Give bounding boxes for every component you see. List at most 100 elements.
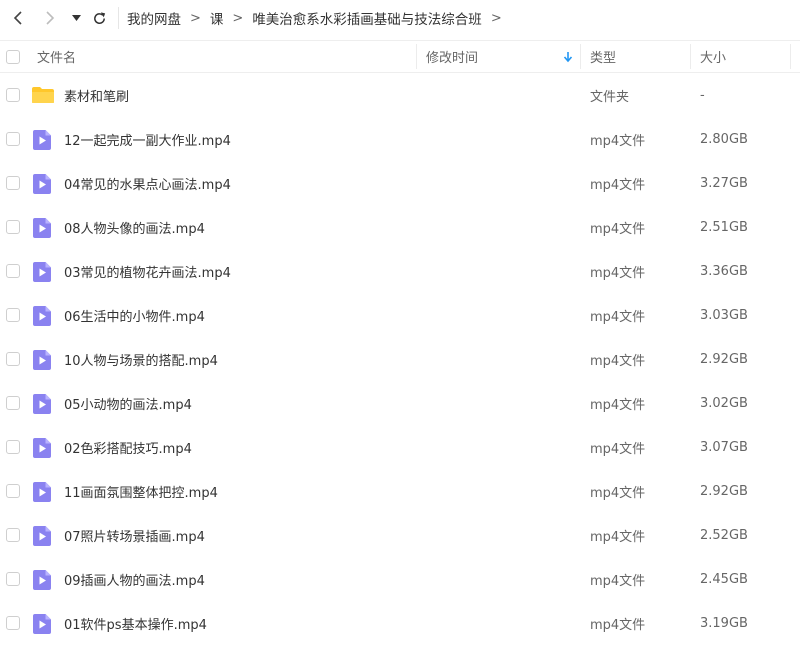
file-name[interactable]: 素材和笔刷: [64, 73, 129, 117]
file-size: 2.92GB: [700, 483, 748, 499]
chevron-right-icon: [46, 11, 55, 25]
file-type: 文件夹: [590, 89, 630, 105]
file-size: 2.92GB: [700, 351, 748, 367]
file-row[interactable]: 08人物头像的画法.mp4 mp4文件 2.51GB: [0, 205, 800, 249]
breadcrumb-expand-arrow[interactable]: >: [491, 11, 502, 26]
column-divider: [790, 44, 791, 69]
file-name[interactable]: 06生活中的小物件.mp4: [64, 293, 205, 337]
row-checkbox[interactable]: [6, 220, 20, 234]
forward-button[interactable]: [36, 0, 64, 36]
select-all-checkbox[interactable]: [6, 50, 20, 64]
video-file-icon: [33, 218, 51, 238]
row-checkbox[interactable]: [6, 132, 20, 146]
folder-icon: [31, 86, 55, 104]
file-type: mp4文件: [590, 485, 646, 501]
column-header-size[interactable]: 大小: [700, 41, 726, 72]
file-size: 3.36GB: [700, 263, 748, 279]
video-file-icon: [33, 394, 51, 414]
file-row[interactable]: 02色彩搭配技巧.mp4 mp4文件 3.07GB: [0, 425, 800, 469]
back-button[interactable]: [4, 0, 32, 36]
row-checkbox[interactable]: [6, 352, 20, 366]
video-file-icon: [33, 350, 51, 370]
row-checkbox[interactable]: [6, 572, 20, 586]
file-list-header: 文件名 修改时间 类型 大小: [0, 40, 800, 73]
column-header-modified[interactable]: 修改时间: [426, 41, 478, 72]
breadcrumb-item-root[interactable]: 我的网盘: [127, 8, 181, 28]
file-type: mp4文件: [590, 133, 646, 149]
column-header-type[interactable]: 类型: [590, 41, 616, 72]
file-row[interactable]: 素材和笔刷 文件夹 -: [0, 73, 800, 117]
file-type: mp4文件: [590, 529, 646, 545]
file-name[interactable]: 01软件ps基本操作.mp4: [64, 601, 207, 645]
file-type: mp4文件: [590, 265, 646, 281]
video-file-icon: [33, 614, 51, 634]
row-checkbox[interactable]: [6, 616, 20, 630]
file-size: 3.19GB: [700, 615, 748, 631]
refresh-button[interactable]: [88, 0, 110, 36]
file-name[interactable]: 10人物与场景的搭配.mp4: [64, 337, 218, 381]
file-name[interactable]: 12一起完成一副大作业.mp4: [64, 117, 231, 161]
file-row[interactable]: 07照片转场景插画.mp4 mp4文件 2.52GB: [0, 513, 800, 557]
file-type: mp4文件: [590, 177, 646, 193]
chevron-left-icon: [13, 11, 22, 25]
file-size: 3.07GB: [700, 439, 748, 455]
file-name[interactable]: 08人物头像的画法.mp4: [64, 205, 205, 249]
file-size: 2.80GB: [700, 131, 748, 147]
breadcrumb-separator: >: [190, 10, 201, 26]
file-row[interactable]: 03常见的植物花卉画法.mp4 mp4文件 3.36GB: [0, 249, 800, 293]
row-checkbox[interactable]: [6, 264, 20, 278]
column-header-name[interactable]: 文件名: [37, 41, 76, 72]
breadcrumb-item-current[interactable]: 唯美治愈系水彩插画基础与技法综合班: [252, 8, 482, 28]
file-row[interactable]: 11画面氛围整体把控.mp4 mp4文件 2.92GB: [0, 469, 800, 513]
file-type: mp4文件: [590, 617, 646, 633]
file-type: mp4文件: [590, 221, 646, 237]
sort-arrow-down-icon: [563, 51, 573, 62]
refresh-icon: [93, 11, 105, 24]
file-row[interactable]: 01软件ps基本操作.mp4 mp4文件 3.19GB: [0, 601, 800, 645]
column-divider: [690, 44, 691, 69]
row-checkbox[interactable]: [6, 484, 20, 498]
file-type: mp4文件: [590, 353, 646, 369]
file-type: mp4文件: [590, 397, 646, 413]
file-type: mp4文件: [590, 441, 646, 457]
file-size: 3.03GB: [700, 307, 748, 323]
file-name[interactable]: 03常见的植物花卉画法.mp4: [64, 249, 231, 293]
video-file-icon: [33, 262, 51, 282]
file-row[interactable]: 05小动物的画法.mp4 mp4文件 3.02GB: [0, 381, 800, 425]
file-row[interactable]: 06生活中的小物件.mp4 mp4文件 3.03GB: [0, 293, 800, 337]
file-name[interactable]: 02色彩搭配技巧.mp4: [64, 425, 192, 469]
video-file-icon: [33, 174, 51, 194]
file-name[interactable]: 04常见的水果点心画法.mp4: [64, 161, 231, 205]
file-name[interactable]: 05小动物的画法.mp4: [64, 381, 192, 425]
video-file-icon: [33, 306, 51, 326]
file-row[interactable]: 10人物与场景的搭配.mp4 mp4文件 2.92GB: [0, 337, 800, 381]
file-row[interactable]: 12一起完成一副大作业.mp4 mp4文件 2.80GB: [0, 117, 800, 161]
sort-descending-icon[interactable]: [563, 41, 573, 72]
file-name[interactable]: 07照片转场景插画.mp4: [64, 513, 205, 557]
video-file-icon: [33, 130, 51, 150]
breadcrumb-item-folder[interactable]: 课: [210, 8, 224, 28]
column-divider: [416, 44, 417, 69]
file-size: 2.45GB: [700, 571, 748, 587]
file-name[interactable]: 09插画人物的画法.mp4: [64, 557, 205, 601]
video-file-icon: [33, 526, 51, 546]
row-checkbox[interactable]: [6, 440, 20, 454]
file-row[interactable]: 04常见的水果点心画法.mp4 mp4文件 3.27GB: [0, 161, 800, 205]
row-checkbox[interactable]: [6, 88, 20, 102]
row-checkbox[interactable]: [6, 396, 20, 410]
breadcrumb: 我的网盘 > 课 > 唯美治愈系水彩插画基础与技法综合班 >: [127, 8, 511, 29]
file-size: 2.51GB: [700, 219, 748, 235]
file-type: mp4文件: [590, 309, 646, 325]
history-dropdown-button[interactable]: [66, 0, 86, 36]
row-checkbox[interactable]: [6, 176, 20, 190]
row-checkbox[interactable]: [6, 308, 20, 322]
file-row[interactable]: 09插画人物的画法.mp4 mp4文件 2.45GB: [0, 557, 800, 601]
column-divider: [580, 44, 581, 69]
file-size: -: [700, 87, 705, 103]
file-name[interactable]: 11画面氛围整体把控.mp4: [64, 469, 218, 513]
file-size: 3.02GB: [700, 395, 748, 411]
video-file-icon: [33, 570, 51, 590]
file-type: mp4文件: [590, 573, 646, 589]
caret-down-icon: [71, 15, 81, 21]
row-checkbox[interactable]: [6, 528, 20, 542]
